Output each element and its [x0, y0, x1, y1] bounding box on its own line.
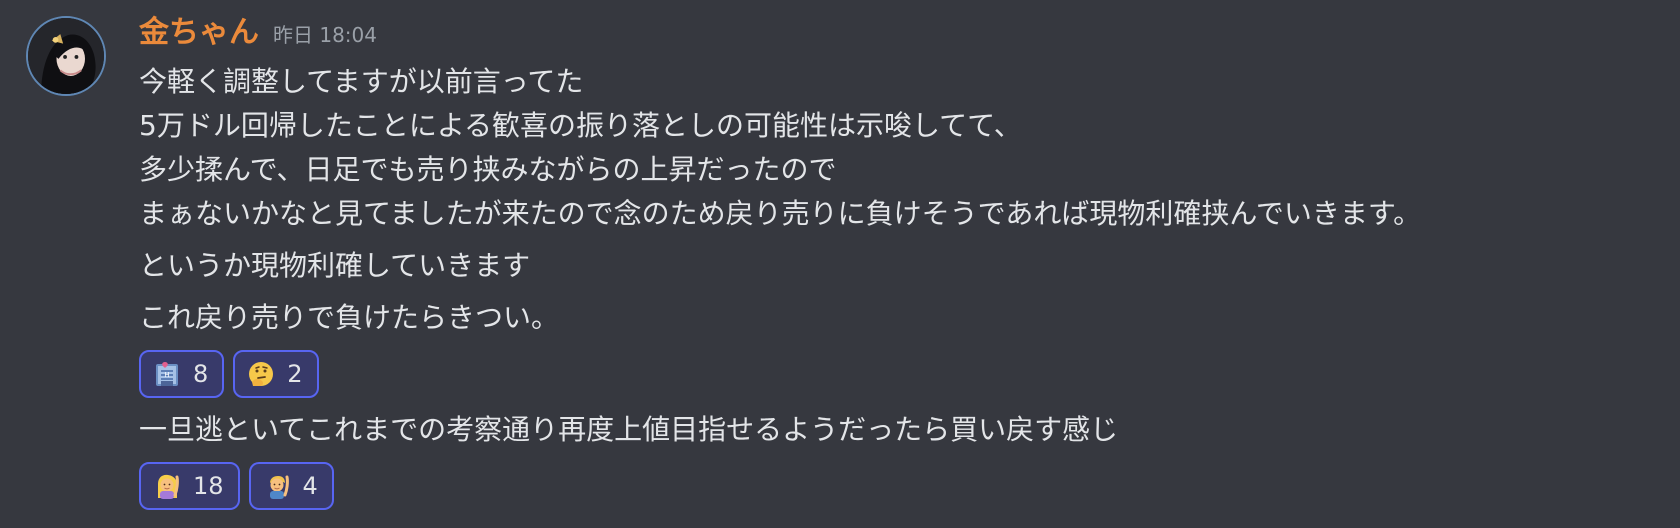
- woman-raising-hand-icon: [158, 474, 179, 499]
- message-content: 金ちゃん 昨日 18:04 今軽く調整してますが以前言ってた 5万ドル回帰したこ…: [139, 14, 1639, 520]
- hotel-icon: H: [156, 362, 178, 386]
- reaction-thinking-face[interactable]: 2: [233, 350, 319, 398]
- message-header: 金ちゃん 昨日 18:04: [139, 14, 1639, 52]
- username[interactable]: 金ちゃん: [139, 14, 259, 52]
- reaction-count: 2: [287, 360, 303, 388]
- man-raising-hand-icon: [269, 475, 289, 499]
- reaction-count: 8: [193, 360, 209, 388]
- message-block-3: これ戻り売りで負けたらきつい。: [139, 296, 1639, 340]
- avatar-image: [28, 18, 104, 94]
- reaction-count: 4: [302, 472, 318, 500]
- message-line: まぁないかなと見てましたが来たので念のため戻り売りに負けそうであれば現物利確挟ん…: [139, 197, 1422, 230]
- message-line: というか現物利確していきます: [139, 249, 531, 282]
- message-block-2: というか現物利確していきます: [139, 244, 1639, 288]
- timestamp[interactable]: 昨日 18:04: [273, 16, 377, 54]
- chat-message: 金ちゃん 昨日 18:04 今軽く調整してますが以前言ってた 5万ドル回帰したこ…: [0, 0, 1680, 528]
- user-avatar[interactable]: [26, 16, 106, 96]
- reaction-hotel[interactable]: H 8: [139, 350, 225, 398]
- message-line: 多少揉んで、日足でも売り挟みながらの上昇だったので: [139, 153, 837, 186]
- svg-text:H: H: [164, 371, 169, 379]
- reaction-count: 18: [193, 472, 224, 500]
- thinking-face-icon: [249, 362, 274, 386]
- message-line: 一旦逃といてこれまでの考察通り再度上値目指せるようだったら買い戻す感じ: [139, 413, 1119, 446]
- message-line: 今軽く調整してますが以前言ってた: [139, 65, 584, 98]
- reactions-bar-2: 18 4: [139, 462, 1639, 510]
- reactions-bar-1: H 8 2: [139, 350, 1639, 398]
- reaction-woman-raising-hand[interactable]: 18: [139, 462, 240, 510]
- message-line: 5万ドル回帰したことによる歓喜の振り落としの可能性は示唆してて、: [139, 109, 1022, 142]
- reaction-man-raising-hand[interactable]: 4: [248, 462, 334, 510]
- message-block-1: 今軽く調整してますが以前言ってた 5万ドル回帰したことによる歓喜の振り落としの可…: [139, 60, 1639, 236]
- message-line: これ戻り売りで負けたらきつい。: [139, 301, 560, 334]
